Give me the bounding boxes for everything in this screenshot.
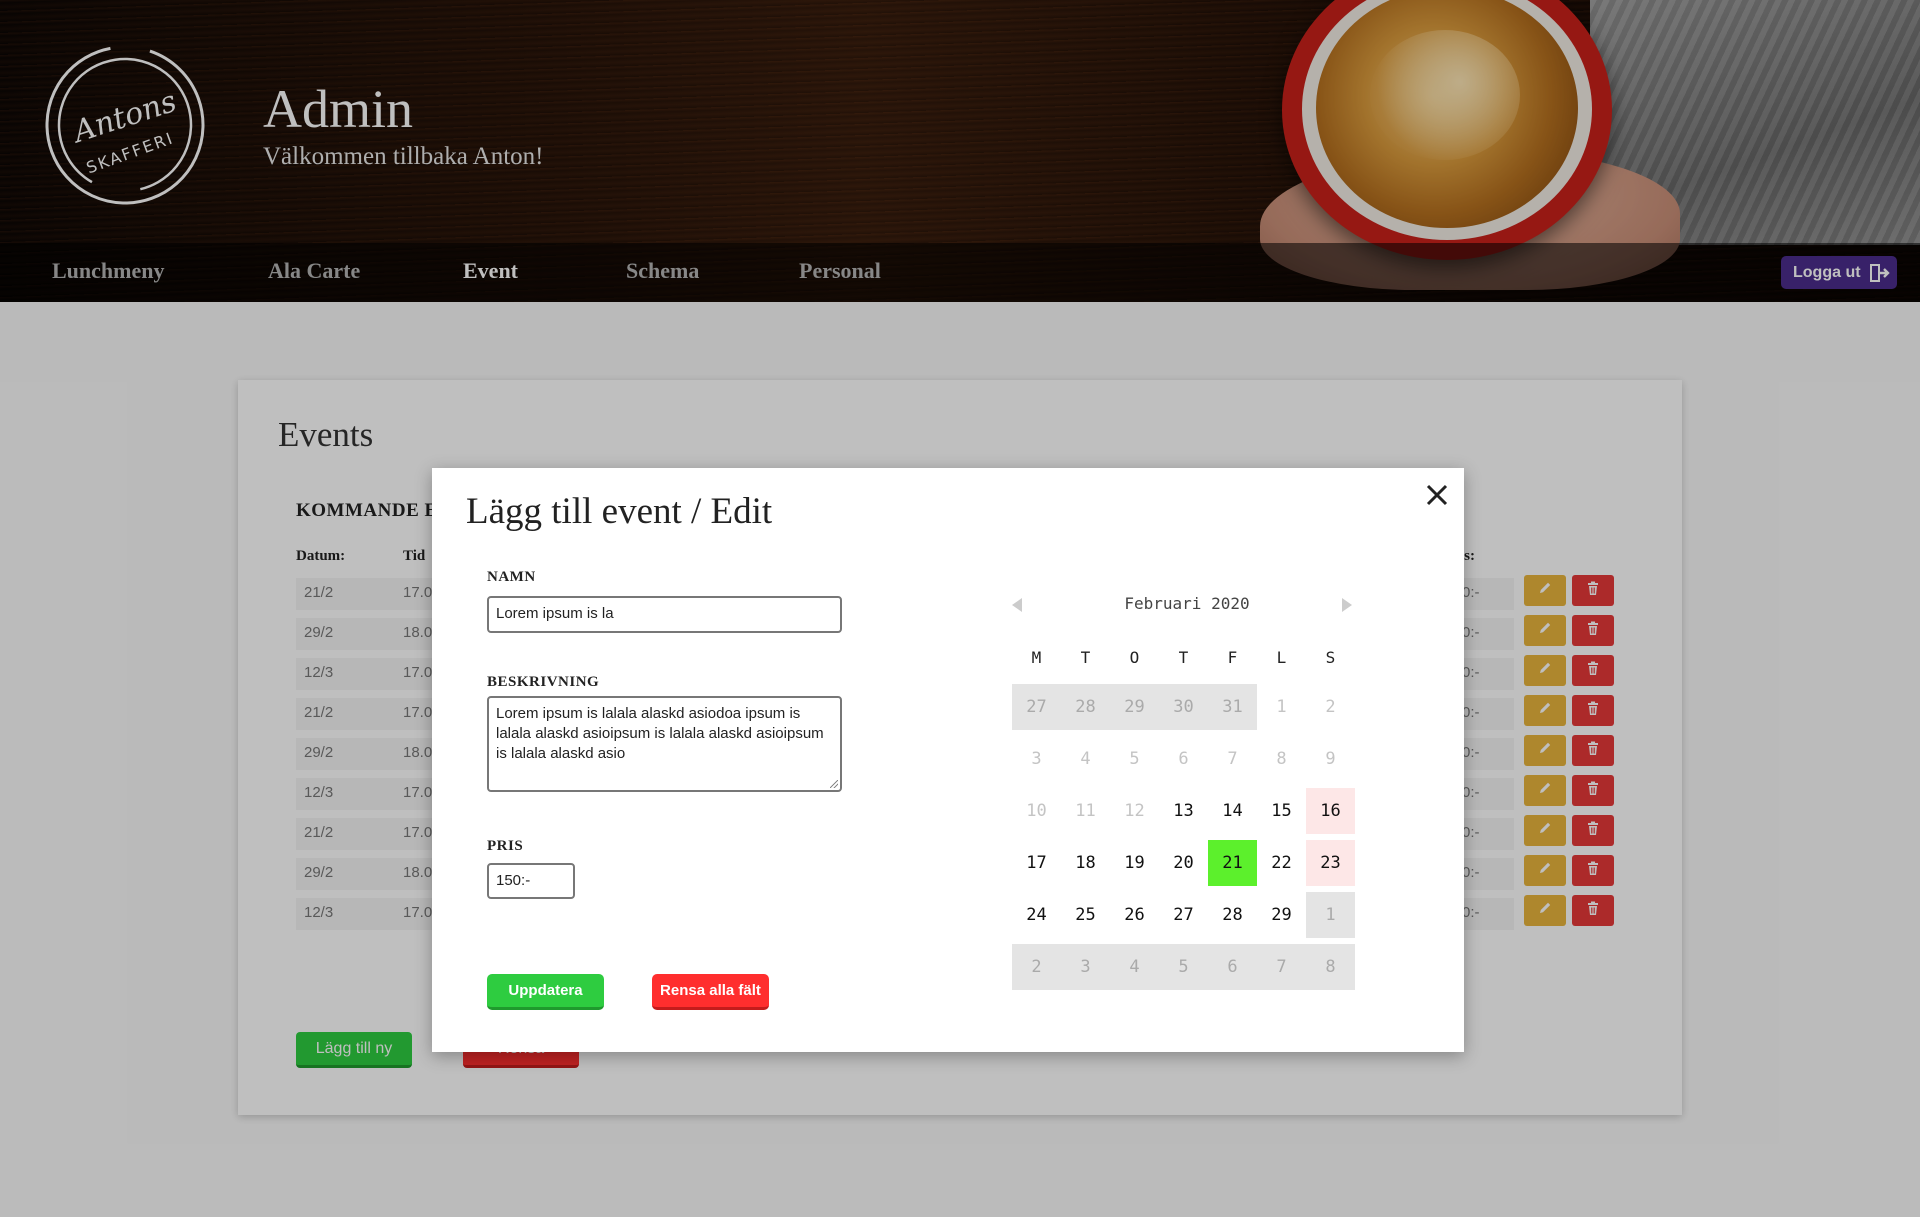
weekday-label: O: [1129, 648, 1140, 667]
weekday-label: F: [1227, 648, 1238, 667]
calendar-day[interactable]: 1: [1306, 892, 1355, 938]
calendar-day[interactable]: 16: [1306, 788, 1355, 834]
price-input[interactable]: 150:-: [487, 863, 575, 899]
calendar-day[interactable]: 29: [1110, 684, 1159, 730]
calendar-day[interactable]: 7: [1257, 944, 1306, 990]
calendar-day[interactable]: 20: [1159, 840, 1208, 886]
calendar-day[interactable]: 3: [1061, 944, 1110, 990]
calendar-day[interactable]: 24: [1012, 892, 1061, 938]
calendar-day[interactable]: 6: [1159, 736, 1208, 782]
weekday-label: T: [1178, 648, 1189, 667]
calendar-day[interactable]: 27: [1159, 892, 1208, 938]
weekday-label: T: [1080, 648, 1091, 667]
next-month-arrow[interactable]: [1342, 598, 1352, 612]
calendar-day[interactable]: 12: [1110, 788, 1159, 834]
calendar-day[interactable]: 5: [1110, 736, 1159, 782]
modal-title: Lägg till event / Edit: [466, 491, 773, 532]
name-input[interactable]: Lorem ipsum is la: [487, 596, 842, 633]
calendar-day[interactable]: 8: [1257, 736, 1306, 782]
close-icon[interactable]: [1422, 480, 1452, 510]
calendar-day[interactable]: 29: [1257, 892, 1306, 938]
calendar-day[interactable]: 4: [1061, 736, 1110, 782]
calendar-day[interactable]: 31: [1208, 684, 1257, 730]
calendar-day[interactable]: 18: [1061, 840, 1110, 886]
description-label: BESKRIVNING: [487, 674, 600, 690]
calendar-day[interactable]: 5: [1159, 944, 1208, 990]
calendar-day[interactable]: 30: [1159, 684, 1208, 730]
calendar-month-label: Februari 2020: [1124, 594, 1250, 613]
description-textarea[interactable]: Lorem ipsum is lalala alaskd asiodoa ips…: [487, 696, 842, 792]
calendar-day[interactable]: 1: [1257, 684, 1306, 730]
calendar-day[interactable]: 6: [1208, 944, 1257, 990]
calendar-day[interactable]: 8: [1306, 944, 1355, 990]
calendar-day[interactable]: 11: [1061, 788, 1110, 834]
calendar-day[interactable]: 13: [1159, 788, 1208, 834]
calendar-day[interactable]: 2: [1306, 684, 1355, 730]
calendar-day[interactable]: 10: [1012, 788, 1061, 834]
calendar-day[interactable]: 2: [1012, 944, 1061, 990]
calendar-day[interactable]: 25: [1061, 892, 1110, 938]
calendar-day[interactable]: 28: [1061, 684, 1110, 730]
calendar-day[interactable]: 4: [1110, 944, 1159, 990]
weekday-label: S: [1325, 648, 1336, 667]
price-label: PRIS: [487, 838, 524, 854]
calendar-day[interactable]: 19: [1110, 840, 1159, 886]
calendar-day[interactable]: 22: [1257, 840, 1306, 886]
resize-handle[interactable]: [830, 780, 838, 788]
calendar-day[interactable]: 3: [1012, 736, 1061, 782]
calendar-day[interactable]: 27: [1012, 684, 1061, 730]
event-modal: Lägg till event / Edit NAMN Lorem ipsum …: [432, 468, 1464, 1052]
name-label: NAMN: [487, 569, 536, 585]
calendar-day[interactable]: 28: [1208, 892, 1257, 938]
calendar-day[interactable]: 15: [1257, 788, 1306, 834]
description-text: Lorem ipsum is lalala alaskd asiodoa ips…: [496, 705, 824, 762]
calendar-day[interactable]: 14: [1208, 788, 1257, 834]
calendar-day[interactable]: 9: [1306, 736, 1355, 782]
clear-all-fields-button[interactable]: Rensa alla fält: [652, 974, 769, 1010]
calendar-day[interactable]: 23: [1306, 840, 1355, 886]
calendar-day[interactable]: 7: [1208, 736, 1257, 782]
calendar-day[interactable]: 17: [1012, 840, 1061, 886]
update-button[interactable]: Uppdatera: [487, 974, 604, 1010]
weekday-label: M: [1031, 648, 1042, 667]
calendar-day-selected[interactable]: 21: [1208, 840, 1257, 886]
calendar-day[interactable]: 26: [1110, 892, 1159, 938]
weekday-label: L: [1276, 648, 1287, 667]
